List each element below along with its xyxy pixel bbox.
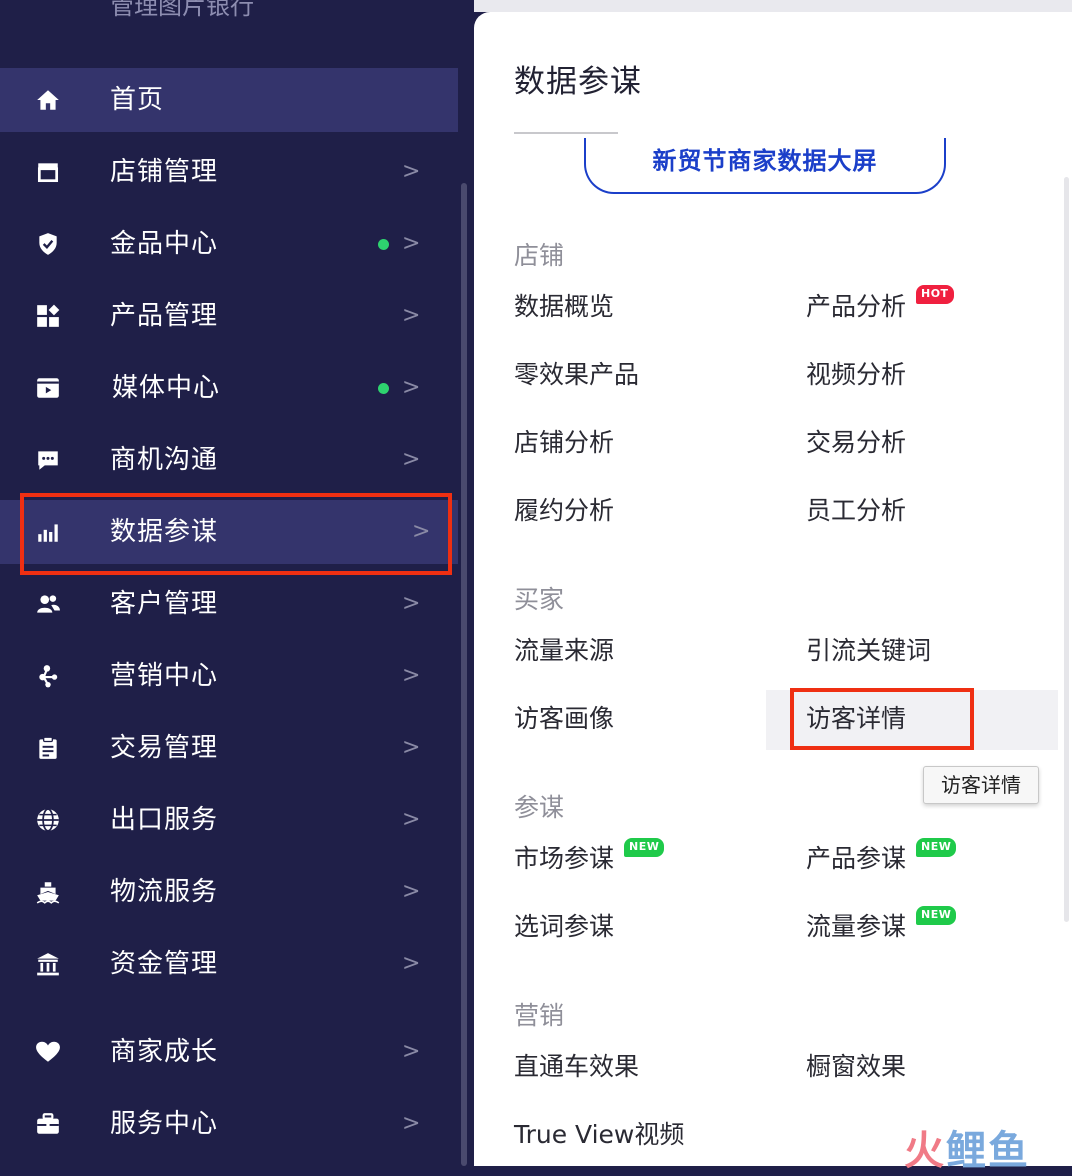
sidebar-scrollbar[interactable] — [461, 183, 467, 1166]
chevron-right-icon: > — [402, 735, 421, 760]
store-icon — [34, 158, 62, 186]
hot-badge: HOT — [916, 285, 954, 304]
highlight-box-data-advisor — [20, 493, 452, 575]
link-traffic-advisor[interactable]: 流量参谋 — [806, 909, 906, 945]
sidebar-item-service-center[interactable]: 服务中心 > — [0, 1092, 458, 1156]
sidebar-top-cut-text[interactable]: 管理图片银行 — [110, 0, 254, 21]
heart-icon — [34, 1038, 62, 1066]
link-video-analysis[interactable]: 视频分析 — [806, 357, 906, 393]
watermark-part2: 鲤鱼 — [946, 1128, 1030, 1174]
new-badge: NEW — [916, 838, 957, 857]
link-keyword-advisor[interactable]: 选词参谋 — [514, 909, 614, 945]
watermark-logo: 火鲤鱼 — [904, 1118, 1030, 1176]
link-product-advisor[interactable]: 产品参谋 — [806, 841, 906, 877]
shield-icon — [34, 230, 62, 258]
grid-icon — [34, 302, 62, 330]
chevron-right-icon: > — [402, 375, 421, 400]
chevron-right-icon: > — [402, 1039, 421, 1064]
sidebar-item-business-chat[interactable]: 商机沟通 > — [0, 428, 458, 492]
chat-icon — [34, 446, 62, 474]
sidebar-item-label: 物流服务 — [110, 877, 219, 907]
sidebar-item-product-management[interactable]: 产品管理 > — [0, 284, 458, 348]
sidebar-item-store-management[interactable]: 店铺管理 > — [0, 140, 458, 204]
sidebar-item-label: 店铺管理 — [110, 157, 219, 187]
section-title-buyer: 买家 — [514, 585, 565, 614]
panel-title: 数据参谋 — [514, 64, 642, 100]
sidebar-item-marketing-center[interactable]: 营销中心 > — [0, 644, 458, 708]
link-staff-analysis[interactable]: 员工分析 — [806, 493, 906, 529]
link-data-overview[interactable]: 数据概览 — [514, 289, 614, 325]
status-dot — [378, 239, 389, 250]
link-true-view-video[interactable]: True View视频 — [514, 1117, 684, 1153]
sidebar: 管理图片银行 首页 店铺管理 > 金品中心 > 产品管理 > 媒体中心 > 商机… — [0, 0, 470, 1166]
link-p4p-effect[interactable]: 直通车效果 — [514, 1049, 639, 1085]
status-dot — [378, 383, 389, 394]
chevron-right-icon: > — [402, 447, 421, 472]
sidebar-item-label: 出口服务 — [110, 805, 219, 835]
sidebar-item-label: 客户管理 — [110, 589, 219, 619]
sidebar-item-label: 交易管理 — [110, 733, 219, 763]
home-icon — [34, 86, 62, 114]
data-screen-button[interactable]: 新贸节商家数据大屏 — [584, 138, 946, 194]
chevron-right-icon: > — [402, 807, 421, 832]
panel-scrollbar[interactable] — [1064, 177, 1069, 922]
sidebar-item-logistics-service[interactable]: 物流服务 > — [0, 860, 458, 924]
globe-icon — [34, 806, 62, 834]
title-divider — [514, 132, 618, 134]
sidebar-item-media-center[interactable]: 媒体中心 > — [0, 356, 458, 420]
sidebar-item-label: 商家成长 — [110, 1037, 219, 1067]
link-visitor-profile[interactable]: 访客画像 — [514, 701, 614, 737]
section-title-advisor: 参谋 — [514, 793, 565, 822]
briefcase-icon — [34, 1110, 62, 1138]
section-title-marketing: 营销 — [514, 1001, 565, 1030]
sidebar-item-export-service[interactable]: 出口服务 > — [0, 788, 458, 852]
panel-top-strip — [474, 0, 1072, 12]
video-icon — [34, 374, 62, 402]
tooltip: 访客详情 — [923, 766, 1039, 804]
chevron-right-icon: > — [402, 303, 421, 328]
chevron-right-icon: > — [402, 591, 421, 616]
users-icon — [34, 590, 62, 618]
link-traffic-source[interactable]: 流量来源 — [514, 633, 614, 669]
sidebar-item-trade-management[interactable]: 交易管理 > — [0, 716, 458, 780]
sidebar-item-label: 资金管理 — [110, 949, 219, 979]
new-badge: NEW — [624, 838, 665, 857]
sidebar-item-fund-management[interactable]: 资金管理 > — [0, 932, 458, 996]
sidebar-item-label: 营销中心 — [110, 661, 219, 691]
chevron-right-icon: > — [402, 231, 421, 256]
chevron-right-icon: > — [402, 663, 421, 688]
link-fulfillment-analysis[interactable]: 履约分析 — [514, 493, 614, 529]
chevron-right-icon: > — [402, 879, 421, 904]
ship-icon — [34, 878, 62, 906]
new-badge: NEW — [916, 906, 957, 925]
link-zero-effect-products[interactable]: 零效果产品 — [514, 357, 639, 393]
sidebar-item-home[interactable]: 首页 — [0, 68, 458, 132]
highlight-box-visitor-details — [790, 688, 974, 750]
sidebar-item-customer-management[interactable]: 客户管理 > — [0, 572, 458, 636]
submenu-panel: 数据参谋 新贸节商家数据大屏 店铺 数据概览 产品分析 HOT 零效果产品 视频… — [474, 12, 1072, 1174]
sidebar-item-label: 金品中心 — [110, 229, 219, 259]
link-showcase-effect[interactable]: 橱窗效果 — [806, 1049, 906, 1085]
sidebar-item-label: 服务中心 — [110, 1109, 219, 1139]
chevron-right-icon: > — [402, 159, 421, 184]
watermark-part1: 火 — [904, 1128, 946, 1174]
sidebar-item-label: 商机沟通 — [110, 445, 219, 475]
sidebar-item-label: 媒体中心 — [112, 373, 221, 403]
bank-icon — [34, 950, 62, 978]
link-trade-analysis[interactable]: 交易分析 — [806, 425, 906, 461]
link-product-analysis[interactable]: 产品分析 — [806, 289, 906, 325]
link-market-advisor[interactable]: 市场参谋 — [514, 841, 614, 877]
chevron-right-icon: > — [402, 1111, 421, 1136]
sidebar-item-label: 产品管理 — [110, 301, 219, 331]
clipboard-icon — [34, 734, 62, 762]
share-icon — [34, 662, 62, 690]
section-title-store: 店铺 — [514, 241, 565, 270]
link-store-analysis[interactable]: 店铺分析 — [514, 425, 614, 461]
link-traffic-keywords[interactable]: 引流关键词 — [806, 633, 931, 669]
sidebar-item-label: 首页 — [110, 85, 165, 115]
sidebar-item-gold-center[interactable]: 金品中心 > — [0, 212, 458, 276]
chevron-right-icon: > — [402, 951, 421, 976]
sidebar-item-merchant-growth[interactable]: 商家成长 > — [0, 1020, 458, 1084]
